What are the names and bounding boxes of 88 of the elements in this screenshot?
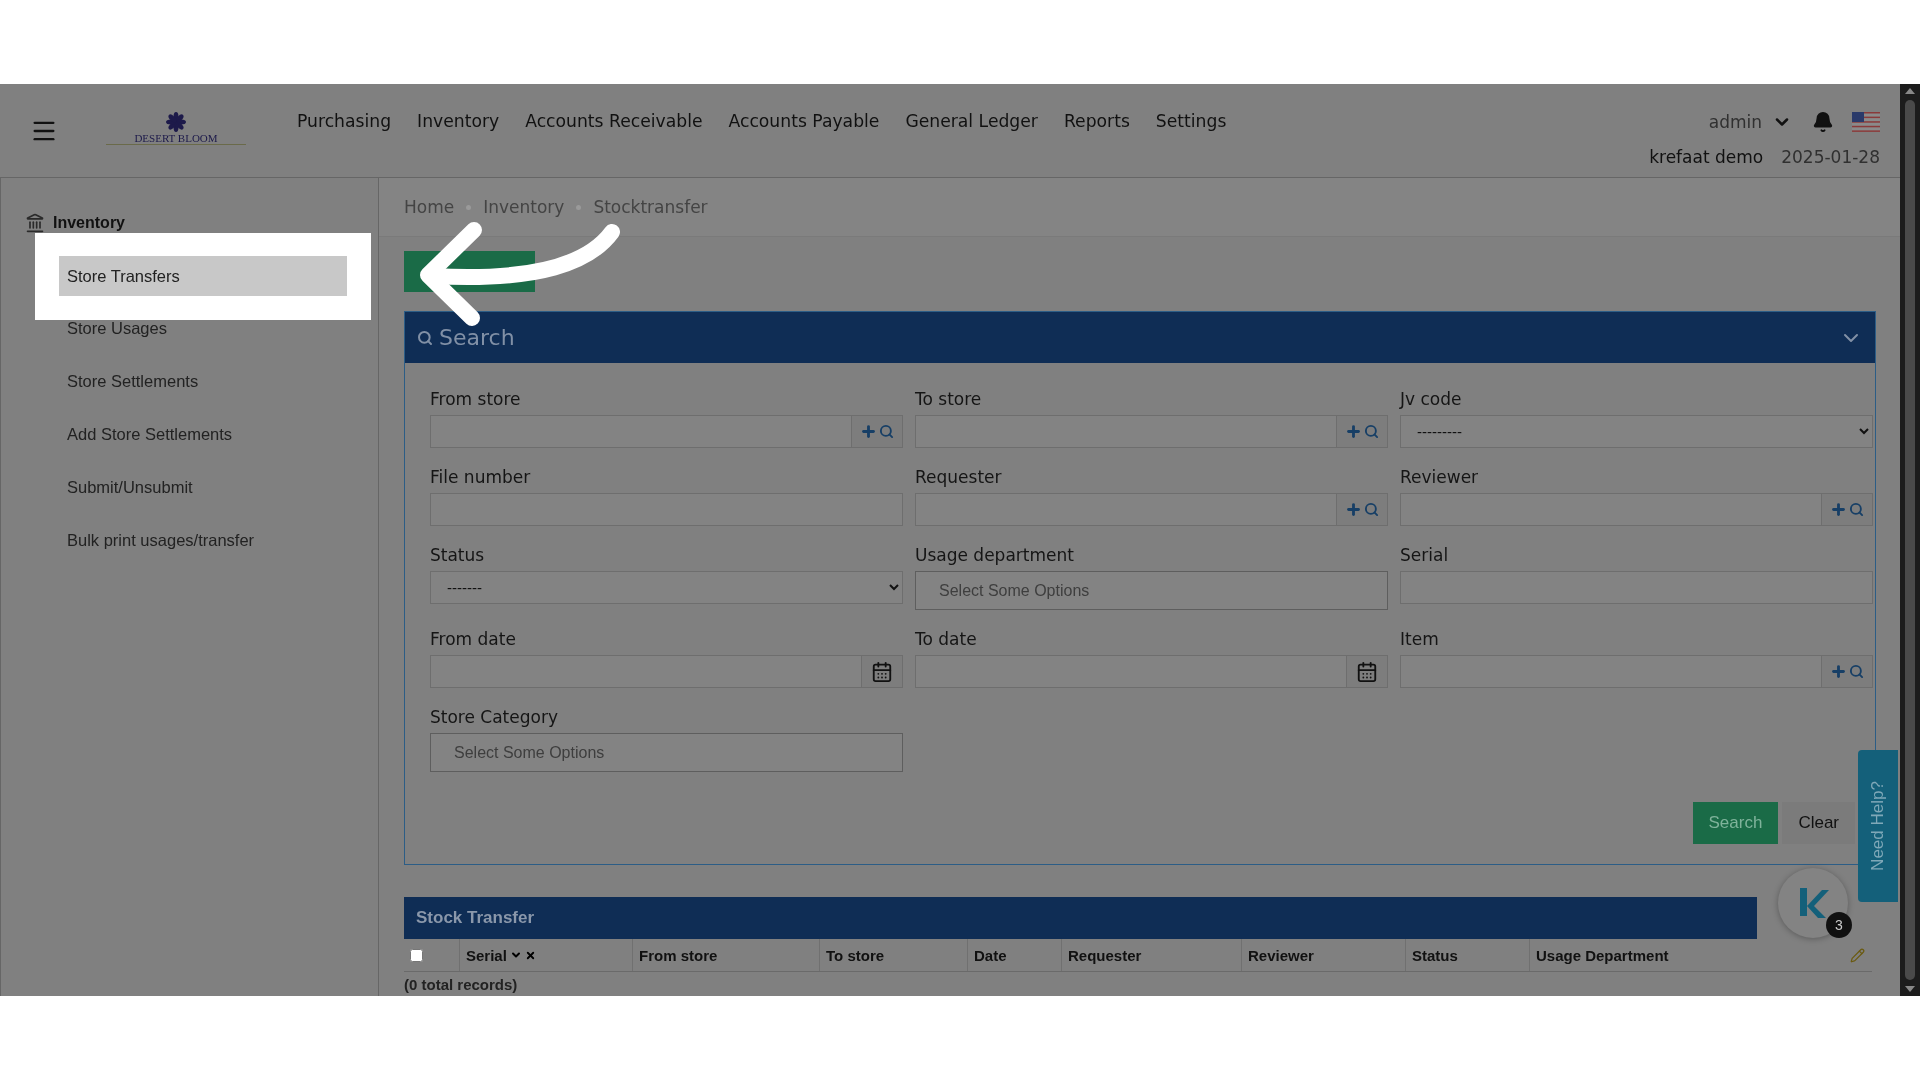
lookup-button[interactable]	[1821, 656, 1872, 687]
clear-button[interactable]: Clear	[1782, 802, 1855, 844]
close-icon[interactable]	[524, 949, 536, 961]
date-field[interactable]	[430, 655, 903, 688]
search-icon[interactable]	[1364, 424, 1379, 439]
nav-link[interactable]: Accounts Receivable	[525, 111, 703, 131]
lookup-field[interactable]	[1400, 655, 1873, 688]
pencil-icon[interactable]	[1850, 947, 1865, 963]
date-field[interactable]	[915, 655, 1388, 688]
field-label: Store Category	[430, 707, 559, 727]
lookup-button[interactable]	[851, 416, 902, 447]
search-icon[interactable]	[1364, 502, 1379, 517]
column-header[interactable]: Status	[1412, 946, 1458, 964]
nav-link[interactable]: Purchasing	[297, 111, 392, 131]
calendar-icon[interactable]	[1346, 656, 1387, 687]
select-field[interactable]: ---------	[1400, 415, 1873, 448]
plus-icon[interactable]	[1345, 423, 1362, 440]
lookup-field[interactable]	[1400, 493, 1873, 526]
date-text: 2025-01-28	[1781, 147, 1880, 167]
lookup-field[interactable]	[915, 493, 1388, 526]
column-header[interactable]: Serial	[466, 946, 507, 964]
lookup-field[interactable]	[430, 415, 903, 448]
field-label: From store	[430, 389, 522, 409]
lookup-button[interactable]	[1336, 494, 1387, 525]
user-menu[interactable]: admin	[1708, 112, 1762, 132]
field-label: Serial	[1400, 545, 1450, 565]
bell-icon[interactable]	[1812, 111, 1834, 133]
nav-link[interactable]: Inventory	[417, 111, 500, 131]
checkbox[interactable]	[410, 948, 423, 962]
scrollbar-thumb[interactable]	[1905, 100, 1915, 980]
column-header[interactable]: To store	[826, 946, 885, 964]
field-label: Status	[430, 545, 486, 565]
flag-icon[interactable]	[1852, 112, 1880, 132]
plus-icon[interactable]	[1345, 501, 1362, 518]
sidebar-item[interactable]: Add Store Settlements	[67, 414, 378, 454]
plus-icon[interactable]	[1830, 663, 1847, 680]
lookup-button[interactable]	[1821, 494, 1872, 525]
field-label: Requester	[915, 467, 1003, 487]
nav-link[interactable]: Accounts Payable	[728, 111, 880, 131]
field-label: Reviewer	[1400, 467, 1480, 487]
plus-icon[interactable]	[1830, 501, 1847, 518]
column-header[interactable]: Date	[974, 946, 1007, 964]
field-label: To date	[915, 629, 978, 649]
help-tab[interactable]: Need Help?	[1858, 750, 1898, 902]
field-label: Item	[1400, 629, 1440, 649]
breadcrumb-link[interactable]: Stocktransfer	[593, 197, 708, 217]
breadcrumb-link[interactable]: Inventory	[483, 197, 565, 217]
column-header[interactable]: Usage Department	[1536, 946, 1669, 964]
plus-icon[interactable]	[860, 423, 877, 440]
multiselect-field[interactable]: Select Some Options	[915, 571, 1388, 610]
field-label: File number	[430, 467, 532, 487]
sidebar-item[interactable]: Store Settlements	[67, 361, 378, 401]
search-icon[interactable]	[1849, 502, 1864, 517]
search-icon	[417, 329, 433, 346]
company-name: krefaat demo	[1649, 147, 1764, 167]
column-header[interactable]: From store	[639, 946, 718, 964]
search-icon[interactable]	[1849, 664, 1864, 679]
building-icon	[25, 213, 45, 233]
field-label: From date	[430, 629, 517, 649]
column-header[interactable]: Reviewer	[1248, 946, 1314, 964]
multiselect-field[interactable]: Select Some Options	[430, 733, 903, 772]
scroll-down-icon[interactable]	[1905, 986, 1915, 992]
search-button[interactable]: Search	[1692, 802, 1779, 844]
logo: DESERT BLOOM	[106, 112, 246, 145]
table-title: Stock Transfer	[416, 908, 535, 928]
field-label: Usage department	[915, 545, 1075, 565]
lookup-field[interactable]	[915, 415, 1388, 448]
breadcrumb-link[interactable]: Home	[404, 197, 455, 217]
sidebar-title: Inventory	[53, 214, 125, 232]
field-label: To store	[915, 389, 983, 409]
calendar-icon[interactable]	[861, 656, 902, 687]
lookup-button[interactable]	[1336, 416, 1387, 447]
sidebar-item[interactable]: Store Transfers	[59, 256, 347, 296]
select-field[interactable]: -------	[430, 571, 903, 604]
notification-badge: 3	[1826, 912, 1852, 938]
sidebar-item[interactable]: Submit/Unsubmit	[67, 467, 378, 507]
nav-link[interactable]: Settings	[1155, 111, 1227, 131]
panel-header[interactable]: Search	[405, 312, 1875, 363]
nav-link[interactable]: General Ledger	[905, 111, 1038, 131]
sidebar-item[interactable]: Bulk print usages/transfer	[67, 520, 378, 560]
panel-title: Search	[439, 325, 515, 350]
nav-link[interactable]: Reports	[1063, 111, 1130, 131]
field-label: Jv code	[1400, 389, 1463, 409]
column-header[interactable]: Requester	[1068, 946, 1142, 964]
record-count: (0 total records)	[404, 976, 519, 993]
sidebar-item[interactable]: Store Usages	[67, 308, 378, 348]
search-icon[interactable]	[879, 424, 894, 439]
scroll-up-icon[interactable]	[1905, 88, 1915, 94]
